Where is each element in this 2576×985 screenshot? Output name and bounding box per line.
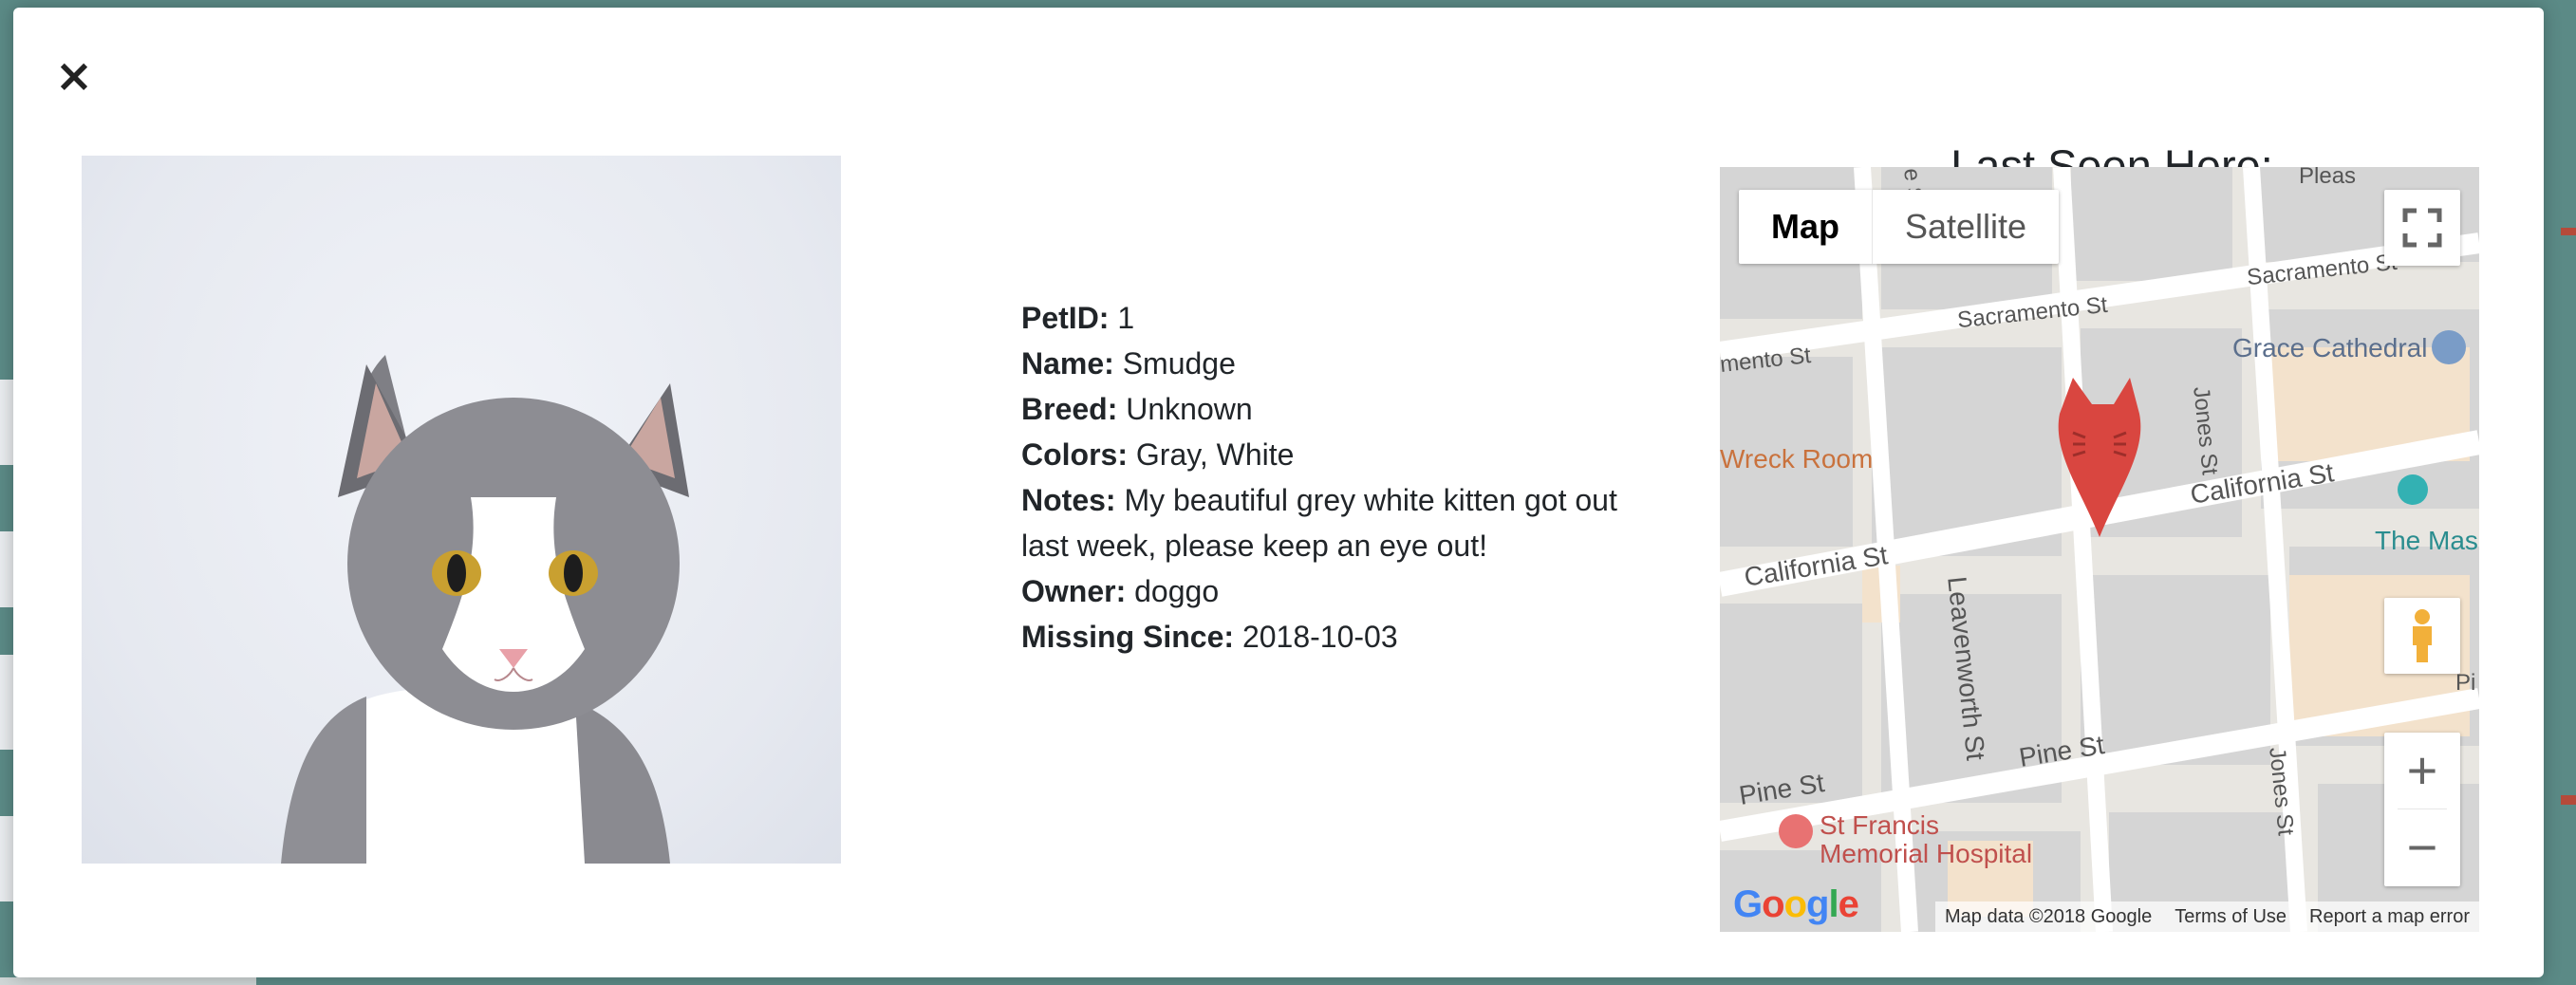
map-attribution: Map data ©2018 Google Terms of Use Repor… [1934,901,2479,932]
pet-colors-row: Colors: Gray, White [1021,432,1629,477]
background-element [2561,795,2576,805]
fullscreen-button[interactable] [2384,190,2460,266]
pet-breed-row: Breed: Unknown [1021,386,1629,432]
fullscreen-icon [2402,208,2442,248]
terms-of-use-link[interactable]: Terms of Use [2175,901,2287,932]
report-map-error-link[interactable]: Report a map error [2309,901,2470,932]
zoom-out-button[interactable]: − [2384,809,2460,885]
poi-label: Wreck Room [1720,444,1874,474]
map-data-credit: Map data ©2018 Google [1944,906,2153,927]
zoom-in-button[interactable]: + [2384,733,2460,808]
pet-name-row: Name: Smudge [1021,341,1629,386]
pet-notes-row: Notes: My beautiful grey white kitten go… [1021,477,1629,568]
pet-id-row: PetID: 1 [1021,295,1629,341]
field-value: 1 [1117,301,1135,335]
street-view-pegman-button[interactable] [2384,598,2460,674]
field-value: Smudge [1122,346,1236,381]
poi-label: St Francis [1820,810,1940,840]
poi-label: Memorial Hospital [1820,839,2033,868]
field-value: Gray, White [1135,437,1295,472]
field-label: Owner: [1021,574,1127,608]
pegman-icon [2413,609,2432,662]
field-value: 2018-10-03 [1241,620,1398,654]
pet-missing-since-row: Missing Since: 2018-10-03 [1021,614,1629,660]
map-view[interactable]: Sacramento St Sacramento St mento St Gra… [1720,167,2479,932]
map-type-control: Map Satellite [1739,190,2060,264]
pet-owner-row: Owner: doggo [1021,568,1629,614]
background-element [2561,228,2576,235]
poi-label: The Mas [2375,526,2478,555]
google-logo: Google [1733,883,1859,925]
field-label: Notes: [1021,483,1116,517]
cat-photo-illustration [281,355,689,864]
pet-detail-modal: × PetID: 1 Name: Smudge Breed: Unknown C… [13,8,2544,977]
field-label: Colors: [1021,437,1128,472]
field-label: PetID: [1021,301,1110,335]
field-label: Name: [1021,346,1114,381]
field-label: Breed: [1021,392,1118,426]
pet-details: PetID: 1 Name: Smudge Breed: Unknown Col… [1021,295,1629,660]
map-type-map-button[interactable]: Map [1739,190,1873,264]
map-type-satellite-button[interactable]: Satellite [1873,190,2059,264]
poi-label: Grace Cathedral [2232,333,2428,362]
field-value: Unknown [1126,392,1253,426]
street-label: Pi [2455,670,2476,696]
close-button[interactable]: × [53,53,95,99]
zoom-control: + − [2384,733,2460,886]
street-label: Pleas [2299,167,2357,189]
cat-photo [82,156,841,864]
background-element [0,977,256,985]
field-label: Missing Since: [1021,620,1235,654]
field-value: doggo [1134,574,1220,608]
